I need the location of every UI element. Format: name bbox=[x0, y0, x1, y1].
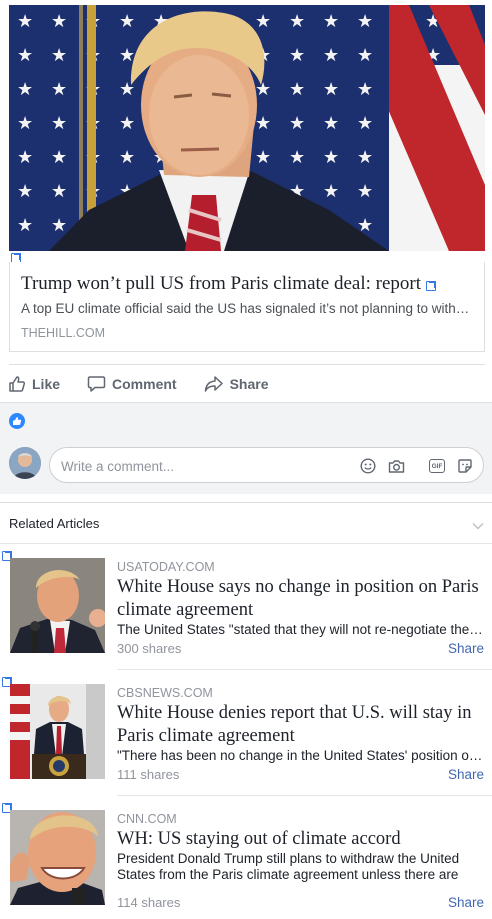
gif-icon[interactable]: GIF bbox=[417, 459, 445, 473]
link-title-text[interactable]: Trump won’t pull US from Paris climate d… bbox=[21, 273, 421, 294]
related-articles-title: Related Articles bbox=[9, 516, 100, 531]
article-body: CBSNEWS.COM White House denies report th… bbox=[117, 685, 485, 764]
thumbs-up-icon bbox=[9, 376, 26, 392]
gif-glyph: GIF bbox=[429, 459, 445, 473]
link-preview-image[interactable]: ★ bbox=[9, 5, 485, 251]
comment-tools: GIF bbox=[348, 458, 473, 474]
article-description: The United States "stated that they will… bbox=[117, 622, 485, 637]
like-reaction-icon[interactable] bbox=[9, 413, 25, 429]
post-actions-bar: Like Comment Share bbox=[8, 372, 296, 396]
actions-divider bbox=[9, 364, 485, 365]
link-title[interactable]: Trump won’t pull US from Paris climate d… bbox=[21, 272, 473, 296]
article-title[interactable]: White House denies report that U.S. will… bbox=[117, 702, 485, 748]
share-arrow-icon bbox=[204, 376, 223, 392]
article-domain: USATODAY.COM bbox=[117, 560, 215, 574]
like-label: Like bbox=[32, 376, 61, 392]
share-count: 114 shares bbox=[117, 895, 181, 910]
hero-photo: ★ bbox=[9, 5, 485, 251]
thumbs-up-icon bbox=[13, 417, 22, 425]
share-link[interactable]: Share bbox=[448, 767, 484, 782]
share-count: 111 shares bbox=[117, 767, 180, 782]
camera-icon[interactable] bbox=[388, 459, 405, 474]
article-thumbnail[interactable] bbox=[10, 684, 105, 779]
article-description: President Donald Trump still plans to wi… bbox=[117, 851, 460, 882]
item-divider bbox=[117, 795, 492, 796]
sticker-icon[interactable] bbox=[457, 458, 473, 474]
comment-input-box[interactable]: GIF bbox=[49, 447, 484, 483]
article-description: "There has been no change in the United … bbox=[117, 748, 485, 763]
article-domain: CNN.COM bbox=[117, 812, 177, 826]
link-preview-card[interactable]: Trump won’t pull US from Paris climate d… bbox=[9, 262, 485, 352]
comments-section: GIF bbox=[0, 402, 492, 494]
article-thumbnail[interactable] bbox=[10, 810, 105, 905]
comment-input[interactable] bbox=[61, 456, 361, 476]
link-domain: THEHILL.COM bbox=[21, 326, 106, 340]
link-description: A top EU climate official said the US ha… bbox=[21, 301, 473, 316]
comment-button[interactable]: Comment bbox=[87, 375, 177, 393]
article-title[interactable]: White House says no change in position o… bbox=[117, 576, 485, 622]
avatar[interactable] bbox=[9, 447, 41, 479]
article-title[interactable]: WH: US staying out of climate accord bbox=[117, 828, 485, 851]
share-count: 300 shares bbox=[117, 641, 182, 656]
chevron-down-icon[interactable] bbox=[472, 517, 484, 535]
related-article-item[interactable]: CNN.COM WH: US staying out of climate ac… bbox=[0, 797, 492, 919]
comment-label: Comment bbox=[112, 376, 177, 392]
share-label: Share bbox=[229, 376, 269, 392]
share-button[interactable]: Share bbox=[204, 375, 269, 393]
related-articles-header: Related Articles bbox=[0, 502, 492, 544]
article-thumbnail[interactable] bbox=[10, 558, 105, 653]
article-body: CNN.COM WH: US staying out of climate ac… bbox=[117, 811, 485, 883]
like-button[interactable]: Like bbox=[8, 375, 60, 393]
article-body: USATODAY.COM White House says no change … bbox=[117, 559, 485, 638]
share-link[interactable]: Share bbox=[448, 641, 484, 656]
item-divider bbox=[117, 669, 492, 670]
smiley-icon[interactable] bbox=[360, 458, 376, 474]
related-article-item[interactable]: CBSNEWS.COM White House denies report th… bbox=[0, 671, 492, 797]
speech-bubble-icon bbox=[87, 376, 106, 392]
share-link[interactable]: Share bbox=[448, 895, 484, 910]
article-domain: CBSNEWS.COM bbox=[117, 686, 213, 700]
related-article-item[interactable]: USATODAY.COM White House says no change … bbox=[0, 545, 492, 671]
avatar-photo bbox=[9, 447, 41, 479]
external-link-icon[interactable] bbox=[426, 281, 437, 291]
